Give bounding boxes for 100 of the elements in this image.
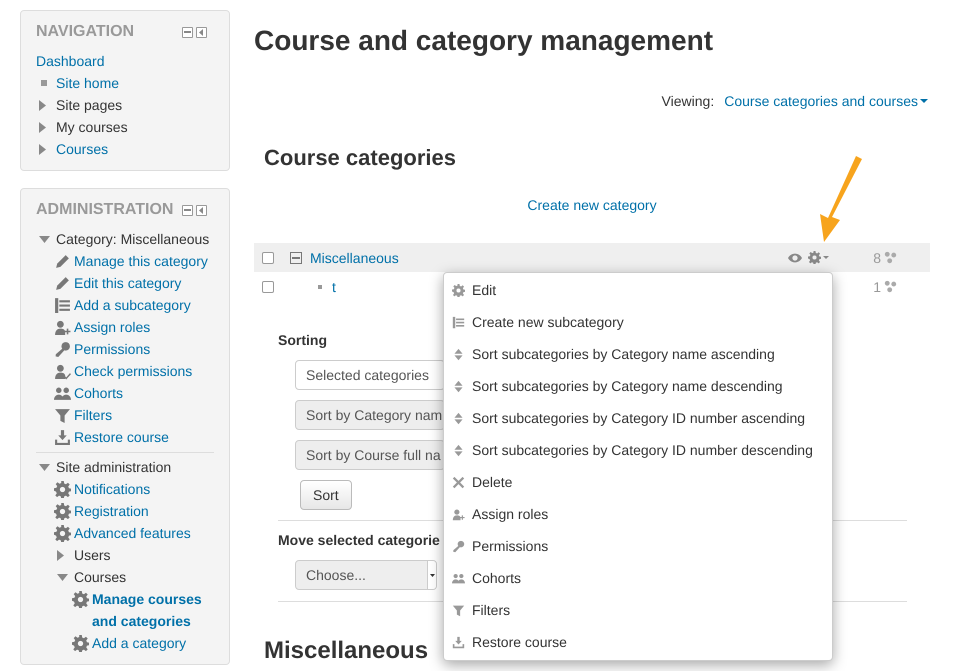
nav-link[interactable]: Notifications: [74, 478, 150, 500]
eye-icon: [788, 250, 802, 264]
gear-icon: [808, 251, 822, 264]
viewing-label: Viewing:: [662, 92, 714, 111]
user-plus-icon: [452, 508, 465, 520]
caret-right-icon[interactable]: [39, 100, 46, 110]
nav-link[interactable]: Filters: [74, 404, 112, 426]
pencil-icon: [54, 252, 71, 270]
menu-item[interactable]: Permissions: [444, 530, 832, 562]
sort-select[interactable]: Sort by Category nam: [295, 400, 445, 430]
dock-icon[interactable]: [196, 26, 207, 38]
gear-icon: [54, 502, 71, 520]
nav-item[interactable]: Courses: [74, 566, 126, 588]
sort-select[interactable]: Selected categories: [295, 360, 445, 390]
nav-item[interactable]: My courses: [56, 116, 128, 138]
minimize-icon[interactable]: [182, 204, 193, 216]
nav-link[interactable]: Restore course: [74, 426, 169, 448]
menu-item[interactable]: Sort subcategories by Category ID number descending: [444, 434, 832, 466]
checkbox[interactable]: [262, 252, 274, 264]
caret-right-icon[interactable]: [39, 144, 46, 154]
user-check-icon: [54, 362, 71, 380]
bullet-icon: [318, 284, 322, 288]
nav-link[interactable]: Add a category: [92, 632, 186, 654]
caret-right-icon[interactable]: [39, 122, 46, 132]
filter-icon: [54, 406, 71, 424]
sort-icon: [452, 412, 465, 424]
nav-link[interactable]: Dashboard: [36, 50, 104, 72]
nav-link[interactable]: Check permissions: [74, 360, 192, 382]
nav-link[interactable]: Add a subcategory: [74, 294, 191, 316]
sort-icon: [452, 348, 465, 360]
users-icon: [54, 384, 71, 402]
nav-link[interactable]: Advanced features: [74, 522, 191, 544]
nav-link[interactable]: Edit this category: [74, 272, 182, 294]
nav-link[interactable]: Assign roles: [74, 316, 150, 338]
nav-link[interactable]: Permissions: [74, 338, 150, 360]
users-icon: [452, 572, 465, 584]
caret-icon[interactable]: [430, 574, 434, 576]
list-icon: [452, 316, 465, 328]
nav-item[interactable]: Site pages: [56, 94, 122, 116]
sorting-heading: Sorting: [278, 331, 327, 350]
menu-item[interactable]: Edit: [444, 274, 832, 306]
menu-item[interactable]: Sort subcategories by Category ID number ascending: [444, 402, 832, 434]
caret-down-icon[interactable]: [57, 574, 68, 580]
circles-icon: [884, 280, 897, 293]
download-icon: [452, 636, 465, 648]
menu-item[interactable]: Create new subcategory: [444, 306, 832, 338]
gear-icon: [72, 590, 89, 608]
gear-menu-button[interactable]: [808, 251, 830, 264]
gear-icon: [72, 634, 89, 652]
create-category-link[interactable]: Create new category: [527, 197, 657, 213]
gear-icon: [452, 284, 465, 296]
bullet-icon: [41, 80, 47, 86]
nav-item[interactable]: Users: [74, 544, 111, 566]
menu-item[interactable]: Delete: [444, 466, 832, 498]
viewing-dropdown[interactable]: Course categories and courses: [724, 91, 928, 111]
download-icon: [54, 428, 71, 446]
sort-icon: [452, 444, 465, 456]
menu-item[interactable]: Filters: [444, 594, 832, 626]
course-count: 8: [873, 250, 881, 266]
caret-down-icon[interactable]: [39, 236, 50, 242]
block-title: ADMINISTRATION: [36, 200, 174, 220]
category-link[interactable]: Miscellaneous: [310, 250, 399, 266]
section-title: Course categories: [264, 144, 456, 172]
collapse-icon[interactable]: [290, 252, 302, 264]
minimize-icon[interactable]: [182, 26, 193, 38]
page-title: Course and category management: [254, 24, 714, 58]
category-link[interactable]: t: [332, 278, 336, 294]
sort-icon: [452, 380, 465, 392]
sort-button[interactable]: Sort: [300, 480, 352, 510]
course-count: 1: [873, 278, 881, 294]
menu-item[interactable]: Restore course: [444, 626, 832, 658]
caret-down-icon[interactable]: [39, 464, 50, 470]
nav-link[interactable]: Manage this category: [74, 250, 208, 272]
menu-item[interactable]: Sort subcategories by Category name descending: [444, 370, 832, 402]
nav-item[interactable]: Category: Miscellaneous: [56, 228, 210, 250]
sort-select[interactable]: Sort by Course full na: [295, 440, 445, 470]
menu-item[interactable]: Assign roles: [444, 498, 832, 530]
nav-link[interactable]: Registration: [74, 500, 149, 522]
nav-link[interactable]: Courses: [56, 138, 108, 160]
filter-icon: [452, 604, 465, 616]
move-heading: Move selected categorie: [278, 531, 440, 550]
nav-link[interactable]: Site home: [56, 72, 120, 94]
checkbox[interactable]: [262, 280, 274, 292]
user-plus-icon: [54, 318, 71, 336]
move-select[interactable]: Choose...: [295, 560, 437, 590]
nav-item[interactable]: Site administration: [56, 456, 172, 478]
list-icon: [54, 296, 71, 314]
block-title: NAVIGATION: [36, 22, 134, 42]
pencil-icon: [54, 274, 71, 292]
key-icon: [54, 340, 71, 358]
circles-icon: [884, 251, 897, 264]
menu-item[interactable]: Cohorts: [444, 562, 832, 594]
dock-icon[interactable]: [196, 204, 207, 216]
gear-icon: [54, 480, 71, 498]
gear-icon: [54, 524, 71, 542]
caret-right-icon[interactable]: [57, 550, 64, 560]
nav-link[interactable]: Cohorts: [74, 382, 124, 404]
section-title: Miscellaneous: [264, 637, 428, 665]
nav-link[interactable]: Manage courses and categories: [92, 588, 214, 632]
menu-item[interactable]: Sort subcategories by Category name ascending: [444, 338, 832, 370]
